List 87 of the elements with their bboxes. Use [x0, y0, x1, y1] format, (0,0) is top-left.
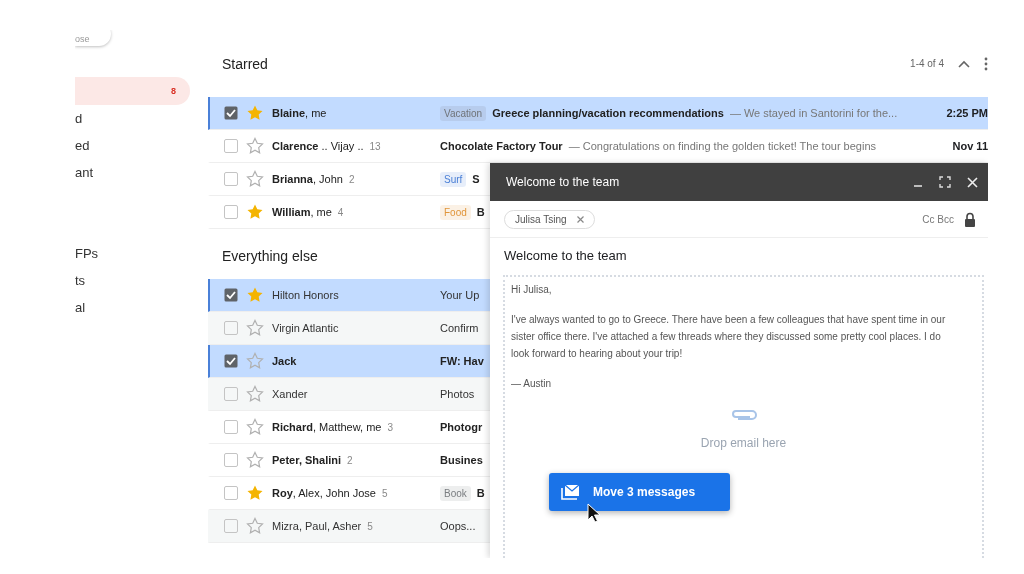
subject-text: Chocolate Factory Tour — [440, 140, 563, 152]
cc-bcc-link[interactable]: Cc Bcc — [922, 213, 954, 225]
snippet-text: — Congratulations on finding the golden ticket! The tour begins — [568, 140, 877, 152]
sender-name: Brianna, John — [272, 173, 343, 185]
thread-count: 3 — [387, 421, 393, 433]
star-outline-icon[interactable] — [246, 352, 264, 370]
cursor-icon — [587, 503, 601, 523]
checkbox[interactable] — [224, 420, 238, 434]
label-tag[interactable]: Surf — [440, 171, 467, 187]
subject-text: B — [476, 206, 485, 218]
more-icon[interactable] — [984, 56, 988, 71]
date-text: Nov 11 — [951, 140, 988, 152]
checkbox[interactable] — [224, 453, 238, 467]
lock-icon[interactable] — [964, 211, 976, 227]
sender-name: Mizra, Paul, Asher — [272, 520, 362, 532]
checkbox[interactable] — [224, 354, 238, 368]
body-paragraph: — Austin — [511, 377, 553, 391]
subject-text: Greece planning/vacation recommendations — [492, 107, 724, 119]
sidebar-item[interactable]: d — [75, 105, 190, 132]
section-title: Everything else — [222, 248, 318, 264]
thread-count: 2 — [348, 173, 355, 185]
recipient-name: Julisa Tsing — [515, 213, 567, 225]
page-count: 1-4 of 4 — [910, 58, 944, 69]
sender-name: Virgin Atlantic — [272, 322, 339, 334]
subject-text: Busines — [440, 454, 483, 466]
sender-name: Blaine, me — [272, 107, 327, 119]
body-paragraph: Hi Julisa, — [511, 283, 553, 297]
drop-hint: Drop email here — [700, 435, 787, 452]
star-icon[interactable] — [246, 203, 264, 221]
star-outline-icon[interactable] — [246, 418, 264, 436]
thread-count: 5 — [381, 487, 388, 499]
sidebar-item[interactable]: ts — [75, 267, 190, 294]
subject-text: B — [476, 487, 485, 499]
label-tag[interactable]: Book — [440, 485, 471, 501]
snippet-text: — We stayed in Santorini for the... — [729, 107, 898, 119]
sidebar-item[interactable]: al — [75, 294, 190, 321]
subject-text: Your Up — [440, 289, 480, 301]
checkbox[interactable] — [224, 172, 238, 186]
sender-name: Xander — [272, 388, 308, 400]
subject-field[interactable]: Welcome to the team — [490, 238, 988, 271]
chevron-up-icon[interactable] — [958, 59, 970, 68]
star-outline-icon[interactable] — [246, 319, 264, 337]
star-icon[interactable] — [246, 484, 264, 502]
checkbox[interactable] — [224, 106, 238, 120]
star-outline-icon[interactable] — [246, 385, 264, 403]
sidebar-item[interactable]: 8 — [75, 77, 190, 105]
date-text: 2:25 PM — [945, 107, 988, 119]
star-outline-icon[interactable] — [246, 451, 264, 469]
sidebar-item[interactable]: ant — [75, 159, 190, 186]
compose-title: Welcome to the team — [506, 175, 620, 189]
thread-count: 4 — [337, 206, 344, 218]
envelope-stack-icon — [561, 484, 579, 500]
star-outline-icon[interactable] — [246, 170, 264, 188]
sender-name: Peter, Shalini — [272, 454, 342, 466]
sender-name: Jack — [272, 355, 297, 367]
star-outline-icon[interactable] — [246, 517, 264, 535]
subject-text: FW: Hav — [440, 355, 484, 367]
checkbox[interactable] — [224, 519, 238, 533]
sender-name: Roy, Alex, John Jose — [272, 487, 376, 499]
checkbox[interactable] — [224, 139, 238, 153]
checkbox[interactable] — [224, 321, 238, 335]
sender-name: Hilton Honors — [272, 289, 339, 301]
thread-count: 2 — [347, 454, 353, 466]
subject-text: S — [472, 173, 480, 185]
subject-text: Photogr — [440, 421, 483, 433]
thread-count: 13 — [369, 140, 381, 152]
star-outline-icon[interactable] — [246, 137, 264, 155]
sidebar-item[interactable]: ed — [75, 132, 190, 159]
email-row[interactable]: Blaine, me Vacation Greece planning/vacation recommendations — We stayed in Santorini for the... 2:25 PM — [208, 97, 988, 130]
sender-name: Clarence .. Vijay .. — [272, 140, 364, 152]
subject-text: Confirm — [440, 322, 479, 334]
checkbox[interactable] — [224, 387, 238, 401]
star-icon[interactable] — [246, 104, 264, 122]
drag-button[interactable]: Move 3 messages — [549, 473, 730, 511]
subject-text: Oops... — [440, 520, 476, 532]
sidebar-item[interactable]: FPs — [75, 240, 190, 267]
section-title: Starred — [222, 55, 268, 72]
checkbox[interactable] — [224, 486, 238, 500]
thread-count: 5 — [367, 520, 373, 532]
body-paragraph: I've always wanted to go to Greece. There have been a few colleagues that have spent time in our sister office there. I've attached a few threads where they discussed some pretty cool places. I do look forward to hearing about your trip! — [511, 313, 947, 361]
checkbox[interactable] — [224, 205, 238, 219]
sender-name: Richard, Matthew, me — [272, 421, 382, 433]
checkbox[interactable] — [224, 288, 238, 302]
sender-name: William, me — [272, 206, 332, 218]
subject-text: Photos — [440, 388, 475, 400]
star-icon[interactable] — [246, 286, 264, 304]
fullscreen-icon[interactable] — [939, 176, 951, 188]
